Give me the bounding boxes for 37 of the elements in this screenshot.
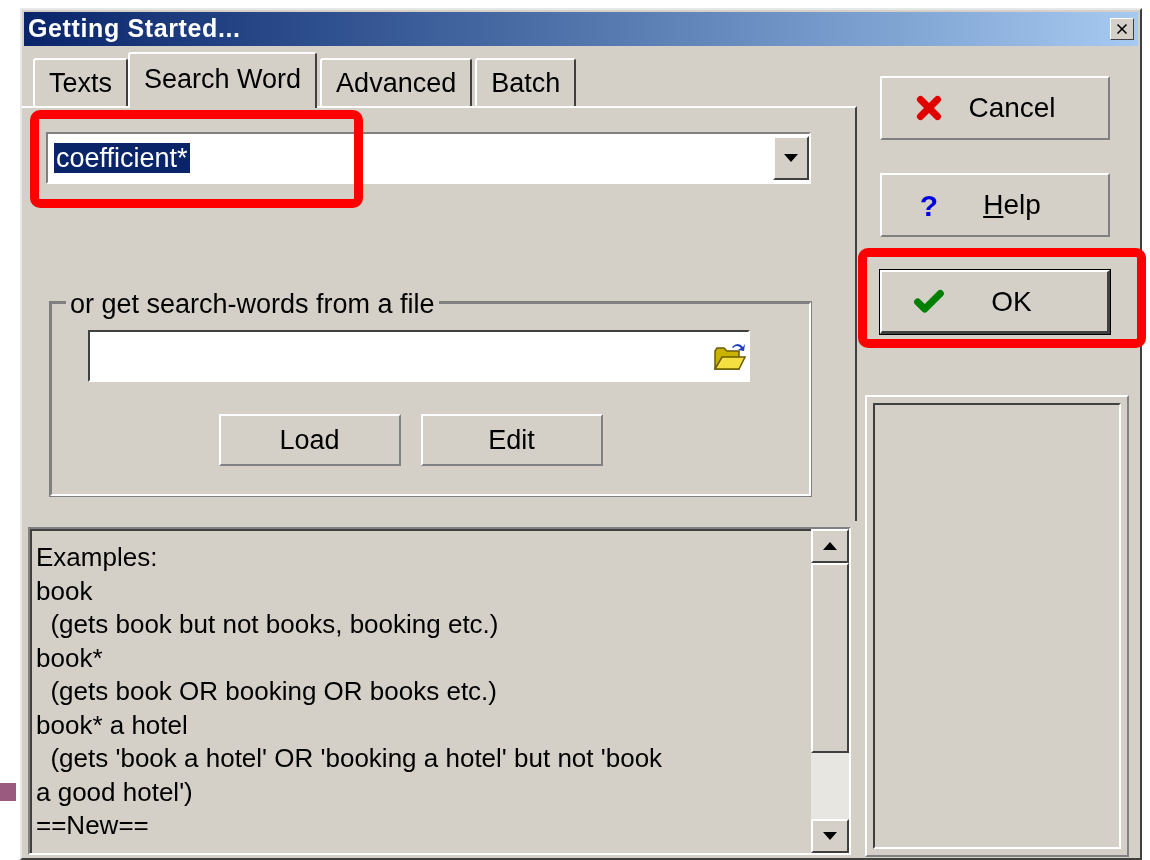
example-line: book* (36, 641, 104, 675)
question-mark-icon: ? (912, 182, 946, 228)
group-button[interactable]: Edit (420, 414, 603, 466)
scroll-down-button[interactable] (811, 819, 849, 853)
scroll-up-button[interactable] (811, 529, 849, 563)
vertical-scrollbar[interactable] (811, 529, 849, 853)
example-line: book (36, 574, 94, 608)
help-button[interactable]: ? Help (880, 173, 1110, 237)
example-line: (gets 'book a hotel' OR 'booking a hotel' but not 'book (49, 742, 664, 775)
example-line: ==New== (36, 809, 150, 842)
button-label: Cancel (967, 91, 1057, 125)
scroll-thumb[interactable] (811, 563, 849, 753)
tab[interactable]: Texts (33, 58, 129, 106)
button-label: Help (982, 188, 1042, 222)
example-line: book* a hotel (36, 708, 189, 742)
button-label: OK (990, 284, 1033, 319)
ok-button[interactable]: OK (880, 270, 1110, 334)
example-line: (gets book OR booking OR books etc.) (49, 675, 498, 708)
background-fragment (0, 783, 16, 801)
dropdown-button[interactable] (773, 136, 809, 180)
scroll-up-arrow-icon (823, 542, 837, 550)
cancel-button[interactable]: Cancel (880, 76, 1110, 140)
close-button[interactable] (1110, 18, 1134, 40)
scroll-down-arrow-icon (823, 832, 837, 840)
file-path-field[interactable] (88, 330, 750, 382)
search-combo-box[interactable]: coefficient* (46, 132, 811, 184)
tab[interactable]: Search Word (128, 52, 318, 108)
tab[interactable]: Advanced (320, 58, 473, 106)
close-icon (1114, 21, 1130, 37)
dropdown-arrow-icon (784, 154, 798, 162)
tab[interactable]: Batch (475, 58, 577, 106)
window-title: Getting Started... (28, 13, 241, 45)
group-button[interactable]: Load (218, 414, 401, 466)
example-line: a good hotel') (36, 775, 194, 809)
search-field-value: coefficient* (54, 142, 190, 173)
example-line: Examples: (36, 541, 159, 574)
example-line: (gets book but not books, booking etc.) (49, 608, 500, 641)
